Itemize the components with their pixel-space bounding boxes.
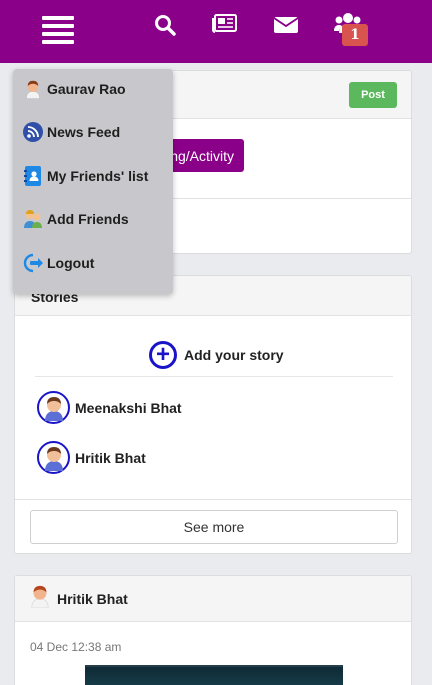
add-story-label: Add your story — [184, 347, 284, 363]
menu-item-label: Gaurav Rao — [47, 81, 126, 97]
menu-item-label: My Friends' list — [47, 168, 149, 184]
side-dropdown-menu: Gaurav Rao News Feed My Friends' list Ad… — [13, 69, 173, 294]
add-friends-icon — [23, 209, 43, 229]
menu-item-label: Add Friends — [47, 211, 129, 227]
add-story-button[interactable]: + Add your story — [149, 341, 284, 369]
divider — [35, 376, 393, 377]
feed-timestamp: 04 Dec 12:38 am — [30, 640, 122, 654]
notification-badge[interactable]: 1 — [342, 24, 368, 46]
menu-item-add-friends[interactable]: Add Friends — [23, 207, 129, 231]
user-avatar-icon — [23, 79, 43, 99]
rss-feed-icon — [23, 122, 43, 142]
feed-post-header: Hritik Bhat — [15, 576, 411, 622]
menu-item-label: News Feed — [47, 124, 121, 140]
top-navbar: 1 — [0, 0, 432, 63]
feed-post-image[interactable] — [85, 665, 343, 685]
feed-post-card: Hritik Bhat 04 Dec 12:38 am — [14, 575, 412, 685]
story-user-name: Hritik Bhat — [75, 449, 146, 466]
logout-icon — [23, 253, 43, 273]
stories-footer: See more — [15, 499, 411, 553]
see-more-button[interactable]: See more — [30, 510, 398, 544]
plus-circle-icon: + — [149, 341, 177, 369]
menu-item-friends-list[interactable]: My Friends' list — [23, 164, 148, 188]
menu-item-profile[interactable]: Gaurav Rao — [23, 77, 126, 101]
menu-icon[interactable] — [42, 14, 76, 44]
menu-item-label: Logout — [47, 255, 95, 271]
envelope-icon[interactable] — [273, 13, 299, 35]
story-user-name: Meenakshi Bhat — [75, 399, 182, 416]
menu-item-logout[interactable]: Logout — [23, 251, 94, 275]
user-avatar-icon — [37, 441, 70, 474]
user-avatar-icon[interactable] — [29, 584, 51, 613]
feed-author-name[interactable]: Hritik Bhat — [57, 591, 128, 607]
contact-book-icon — [23, 166, 43, 186]
newspaper-icon[interactable] — [211, 12, 239, 36]
menu-item-news-feed[interactable]: News Feed — [23, 120, 120, 144]
stories-card: Stories + Add your story Meenakshi Bhat … — [14, 275, 412, 554]
story-item[interactable]: Hritik Bhat — [37, 441, 146, 474]
user-avatar-icon — [37, 391, 70, 424]
search-icon[interactable] — [152, 12, 178, 38]
post-button[interactable]: Post — [349, 82, 397, 108]
story-item[interactable]: Meenakshi Bhat — [37, 391, 182, 424]
